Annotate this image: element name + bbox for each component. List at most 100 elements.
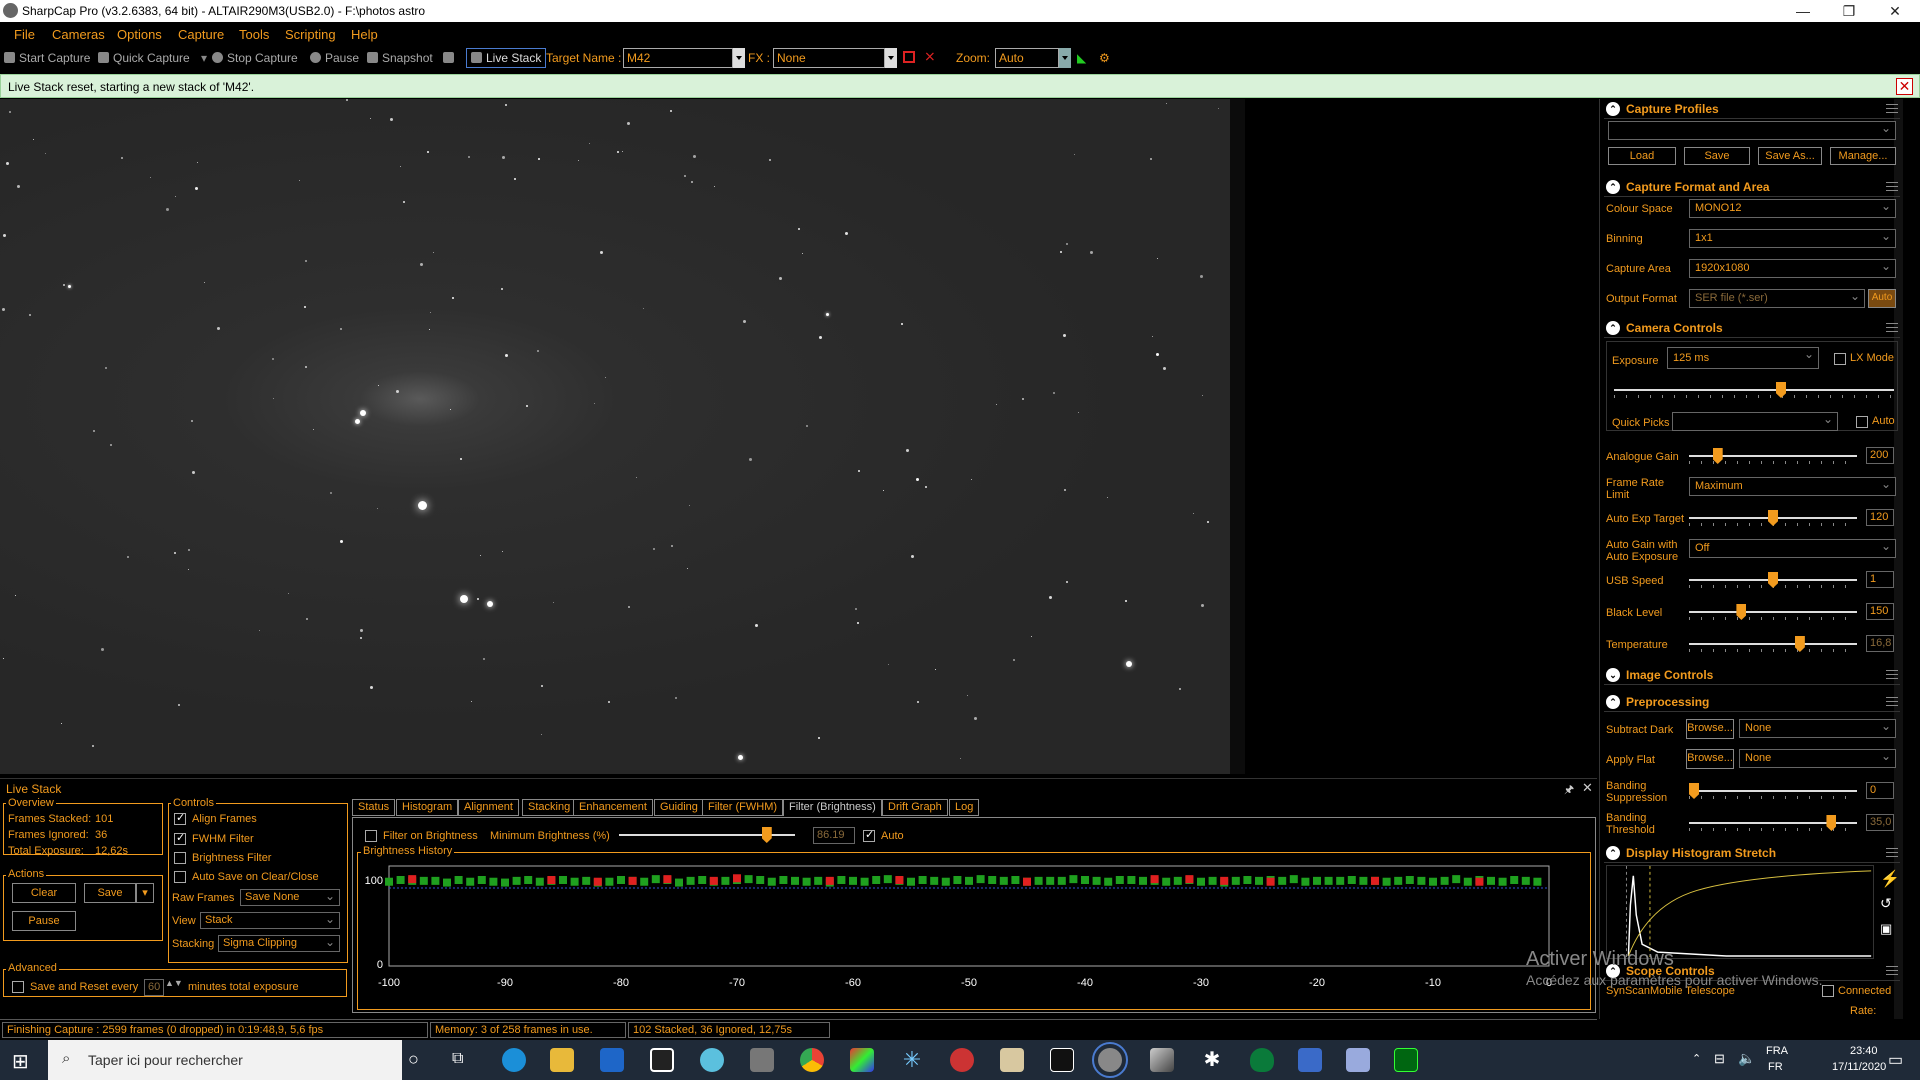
live-stack-close-button[interactable]: ✕ [1582, 780, 1593, 796]
stack-save-button[interactable]: Save [84, 883, 136, 903]
camera-controls-header[interactable]: ⌃ Camera Controls [1604, 318, 1900, 338]
stacking-select[interactable]: Sigma Clipping [218, 935, 340, 952]
snowflake-app-icon[interactable]: ✳ [900, 1048, 924, 1072]
fx-select[interactable]: None [773, 48, 885, 68]
tab-log[interactable]: Log [949, 799, 980, 816]
app-icon[interactable] [1394, 1048, 1418, 1072]
black-level-input[interactable]: 150 [1866, 603, 1894, 620]
exposure-input[interactable]: 125 ms [1667, 347, 1819, 369]
black-level-slider[interactable] [1689, 603, 1857, 621]
start-capture-button[interactable]: Start Capture [4, 51, 90, 65]
record-icon[interactable] [903, 51, 915, 63]
align-frames-checkbox[interactable] [174, 811, 186, 825]
close-button[interactable]: ✕ [1872, 0, 1918, 22]
fwhm-filter-checkbox[interactable] [174, 831, 186, 845]
min-brightness-slider[interactable] [619, 826, 795, 844]
tab-enhancement[interactable]: Enhancement [573, 799, 653, 816]
app-icon[interactable] [950, 1048, 974, 1072]
apply-flat-select[interactable]: None [1739, 749, 1896, 768]
load-profile-button[interactable]: Load [1608, 147, 1676, 165]
banding-suppression-slider[interactable] [1689, 782, 1857, 800]
clock-time[interactable]: 23:40 [1850, 1045, 1878, 1057]
paint-icon[interactable] [850, 1048, 874, 1072]
tab-filter-fwhm[interactable]: Filter (FWHM) [702, 799, 784, 816]
section-menu-icon[interactable] [1886, 697, 1898, 706]
capture-format-header[interactable]: ⌃ Capture Format and Area [1604, 177, 1900, 197]
display-toggle-icon[interactable] [443, 51, 458, 65]
minimize-button[interactable]: — [1780, 0, 1826, 22]
tab-filter-brightness[interactable]: Filter (Brightness) [783, 799, 882, 816]
save-reset-checkbox[interactable] [12, 981, 24, 993]
auto-exp-target-input[interactable]: 120 [1866, 509, 1894, 526]
view-select[interactable]: Stack [200, 912, 340, 929]
cortana-icon[interactable]: ○ [408, 1049, 419, 1070]
tab-guiding[interactable]: Guiding [654, 799, 704, 816]
capture-profiles-header[interactable]: ⌃ Capture Profiles [1604, 99, 1900, 119]
capture-area-select[interactable]: 1920x1080 [1689, 259, 1896, 278]
menu-cameras[interactable]: Cameras [52, 27, 105, 42]
binning-select[interactable]: 1x1 [1689, 229, 1896, 248]
image-viewer[interactable] [0, 99, 1597, 774]
min-brightness-input[interactable]: 86.19 [813, 827, 855, 844]
save-reset-input[interactable]: 60 [144, 979, 164, 996]
stack-save-dropdown[interactable]: ▾ [136, 883, 154, 903]
file-explorer-icon[interactable] [550, 1048, 574, 1072]
preprocessing-header[interactable]: ⌃ Preprocessing [1604, 692, 1900, 712]
menu-tools[interactable]: Tools [239, 27, 269, 42]
quick-picks-select[interactable] [1672, 412, 1838, 431]
auto-exp-target-slider[interactable] [1689, 509, 1857, 527]
frame-rate-limit-select[interactable]: Maximum [1689, 477, 1896, 496]
exposure-slider[interactable] [1614, 381, 1894, 399]
keyboard-layout[interactable]: FR [1768, 1061, 1783, 1073]
profile-select[interactable] [1608, 121, 1896, 140]
brightness-filter-checkbox[interactable] [174, 852, 186, 864]
snapshot-button[interactable]: Snapshot [367, 51, 433, 65]
auto-gain-select[interactable]: Off [1689, 539, 1896, 558]
live-stack-button[interactable]: Live Stack [466, 48, 547, 68]
colour-space-select[interactable]: MONO12 [1689, 199, 1896, 218]
menu-options[interactable]: Options [117, 27, 162, 42]
tablet-app-icon[interactable] [650, 1048, 674, 1072]
spinner-icon[interactable]: ▲▼ [165, 978, 183, 988]
section-menu-icon[interactable] [1886, 104, 1898, 113]
histogram-stretch-header[interactable]: ⌃ Display Histogram Stretch [1604, 843, 1900, 863]
section-menu-icon[interactable] [1886, 670, 1898, 679]
target-name-input[interactable]: M42 [623, 48, 733, 68]
image-controls-header[interactable]: ⌄ Image Controls [1604, 665, 1900, 685]
subtract-dark-select[interactable]: None [1739, 719, 1896, 738]
auto-save-checkbox[interactable] [174, 871, 186, 883]
zoom-select[interactable]: Auto [995, 48, 1059, 68]
quick-picks-auto-checkbox[interactable] [1856, 416, 1868, 428]
zoom-dropdown[interactable] [1059, 48, 1071, 68]
quick-capture-dropdown[interactable]: ▾ [201, 51, 207, 65]
pin-icon[interactable]: 🖈 [1564, 781, 1574, 800]
quick-capture-button[interactable]: Quick Capture [98, 51, 190, 65]
clock-date[interactable]: 17/11/2020 [1832, 1061, 1886, 1073]
filter-on-brightness-checkbox[interactable] [365, 830, 377, 842]
taskbar-search-box[interactable]: ⌕ Taper ici pour rechercher [48, 1040, 402, 1080]
stellarium-icon[interactable] [1050, 1048, 1074, 1072]
auto-stretch-icon[interactable]: ⚡ [1880, 869, 1900, 889]
connected-checkbox[interactable] [1822, 985, 1834, 997]
app-icon[interactable] [1150, 1048, 1174, 1072]
menu-help[interactable]: Help [351, 27, 378, 42]
chrome-icon[interactable] [800, 1048, 824, 1072]
section-menu-icon[interactable] [1886, 848, 1898, 857]
menu-file[interactable]: File [14, 27, 35, 42]
histogram-stretch-chart[interactable] [1606, 865, 1874, 959]
analogue-gain-input[interactable]: 200 [1866, 447, 1894, 464]
reset-stretch-icon[interactable]: ↺ [1880, 895, 1892, 912]
tab-histogram[interactable]: Histogram [396, 799, 459, 816]
section-menu-icon[interactable] [1886, 182, 1898, 191]
task-view-icon[interactable]: ⧉ [452, 1050, 463, 1068]
network-icon[interactable]: ⊟ [1714, 1051, 1725, 1067]
tab-drift-graph[interactable]: Drift Graph [882, 799, 948, 816]
output-format-auto-button[interactable]: Auto [1868, 289, 1896, 308]
pause-button[interactable]: Pause [310, 51, 359, 65]
reticle-icon[interactable]: ⨯ [924, 48, 936, 65]
section-menu-icon[interactable] [1886, 966, 1898, 975]
stop-capture-button[interactable]: Stop Capture [212, 51, 298, 65]
banding-threshold-input[interactable]: 35,0 [1866, 814, 1894, 831]
app-icon[interactable] [700, 1048, 724, 1072]
histogram-icon[interactable]: ◣ [1077, 51, 1086, 65]
